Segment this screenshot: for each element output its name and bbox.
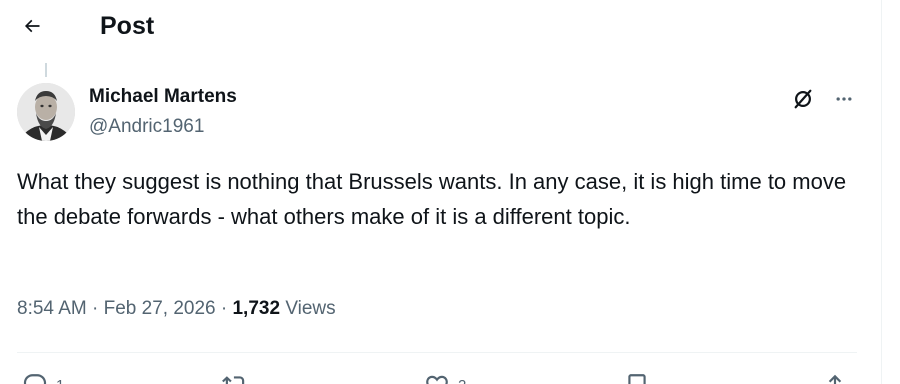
bookmark-icon xyxy=(628,374,646,384)
post-page: Post Michael Martens @Andric1961 What th… xyxy=(0,0,900,384)
repost-button[interactable] xyxy=(222,370,248,384)
arrow-left-icon xyxy=(24,19,40,33)
reply-icon xyxy=(23,374,47,384)
grok-button[interactable] xyxy=(790,86,816,112)
meta-separator: · xyxy=(220,298,228,319)
author-name[interactable]: Michael Martens xyxy=(89,86,237,108)
divider xyxy=(17,352,857,353)
views-label: Views xyxy=(285,298,336,319)
post-date[interactable]: Feb 27, 2026 xyxy=(104,298,216,319)
page-title: Post xyxy=(100,12,155,40)
like-button[interactable]: 2 xyxy=(424,370,466,384)
reply-count: 1 xyxy=(56,377,64,384)
more-options-button[interactable] xyxy=(830,86,858,112)
reply-button[interactable]: 1 xyxy=(22,370,64,384)
profile-photo-icon xyxy=(17,83,75,141)
post-header: Post xyxy=(0,0,881,53)
back-button[interactable] xyxy=(14,8,50,44)
heart-icon xyxy=(426,375,448,384)
avatar[interactable] xyxy=(17,83,75,141)
post-meta: 8:54 AM · Feb 27, 2026 · 1,732 Views xyxy=(17,296,336,322)
like-count: 2 xyxy=(458,377,466,384)
repost-icon xyxy=(222,376,245,384)
author-handle[interactable]: @Andric1961 xyxy=(89,116,204,138)
grok-icon xyxy=(794,89,812,109)
meta-separator: · xyxy=(92,298,99,319)
thread-connector-line xyxy=(45,63,47,77)
bookmark-button[interactable] xyxy=(624,370,650,384)
post-text: What they suggest is nothing that Brusse… xyxy=(17,169,847,229)
primary-column: Post Michael Martens @Andric1961 What th… xyxy=(0,0,881,384)
share-icon xyxy=(828,374,842,384)
share-button[interactable] xyxy=(822,370,848,384)
post-time[interactable]: 8:54 AM xyxy=(17,298,87,319)
column-border xyxy=(881,0,882,384)
views-count: 1,732 xyxy=(232,298,281,319)
more-icon xyxy=(836,97,852,101)
